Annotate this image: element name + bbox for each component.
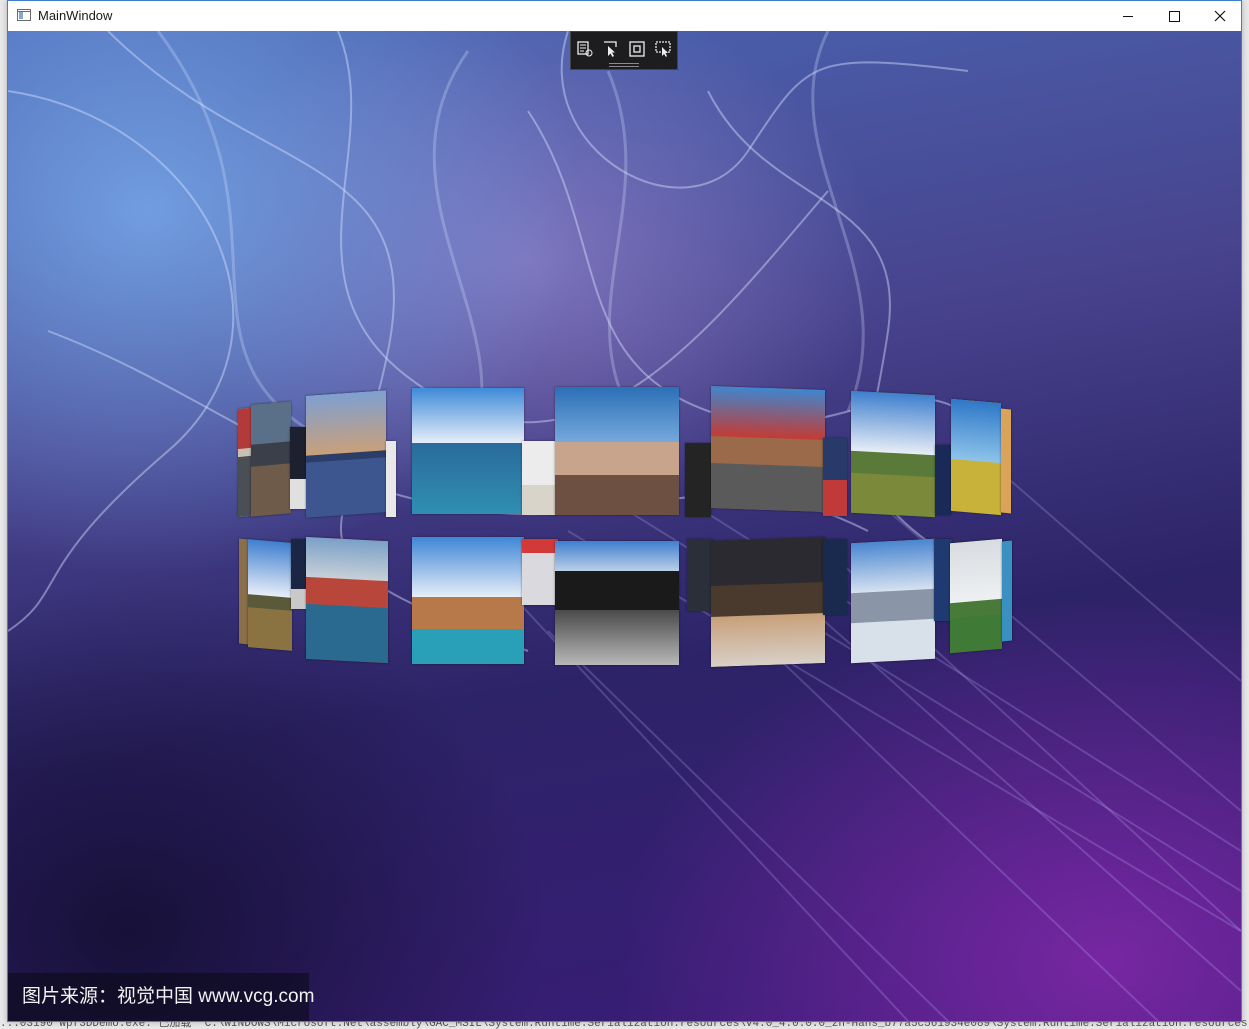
- gallery-tile[interactable]: [412, 537, 524, 664]
- gallery-tile[interactable]: [823, 438, 847, 516]
- gallery-tile[interactable]: [1001, 408, 1011, 514]
- close-button[interactable]: [1197, 1, 1243, 31]
- gallery-tile[interactable]: [711, 386, 825, 512]
- debug-toolbar: [570, 31, 678, 70]
- window-title: MainWindow: [38, 8, 113, 23]
- gallery-tile[interactable]: [522, 539, 558, 605]
- gallery-tile[interactable]: [412, 388, 524, 514]
- viewport-3d[interactable]: 图片来源：视觉中国 www.vcg.com: [8, 31, 1241, 1021]
- frame-icon[interactable]: [627, 39, 647, 59]
- close-icon: [1214, 10, 1226, 22]
- gallery-tile[interactable]: [935, 445, 951, 515]
- background-swirls: [8, 31, 1241, 1021]
- gallery-tile[interactable]: [248, 539, 292, 651]
- select-objects-icon[interactable]: [575, 39, 595, 59]
- gallery-tile[interactable]: [685, 443, 711, 517]
- gallery-tile[interactable]: [522, 441, 556, 515]
- main-window: MainWindow 图片来源：视觉中国 www.vcg.com: [7, 0, 1242, 1022]
- image-source-watermark: 图片来源：视觉中国 www.vcg.com: [8, 973, 314, 1021]
- minimize-icon: [1123, 15, 1133, 17]
- minimize-button[interactable]: [1105, 1, 1151, 31]
- gallery-tile[interactable]: [851, 538, 935, 664]
- gallery-tile[interactable]: [950, 538, 1002, 654]
- gallery-tile[interactable]: [687, 539, 713, 611]
- gallery-tile[interactable]: [251, 401, 291, 517]
- gallery-tile[interactable]: [951, 398, 1001, 516]
- title-bar[interactable]: MainWindow: [8, 1, 1241, 31]
- gallery-tile[interactable]: [823, 539, 847, 615]
- maximize-icon: [1168, 10, 1180, 22]
- gallery-tile[interactable]: [555, 387, 679, 515]
- toolbar-grip[interactable]: [609, 63, 639, 67]
- gallery-tile[interactable]: [1002, 540, 1012, 642]
- gallery-tile[interactable]: [711, 537, 825, 667]
- gallery-tile[interactable]: [306, 536, 388, 664]
- app-window-icon: [17, 9, 31, 21]
- gallery-tile[interactable]: [555, 541, 679, 665]
- screen-select-icon[interactable]: [653, 39, 673, 59]
- gallery-tile[interactable]: [306, 390, 386, 518]
- maximize-button[interactable]: [1151, 1, 1197, 31]
- gallery-tile[interactable]: [386, 441, 396, 517]
- gallery-tile[interactable]: [851, 390, 935, 518]
- pointer-select-icon[interactable]: [601, 39, 621, 59]
